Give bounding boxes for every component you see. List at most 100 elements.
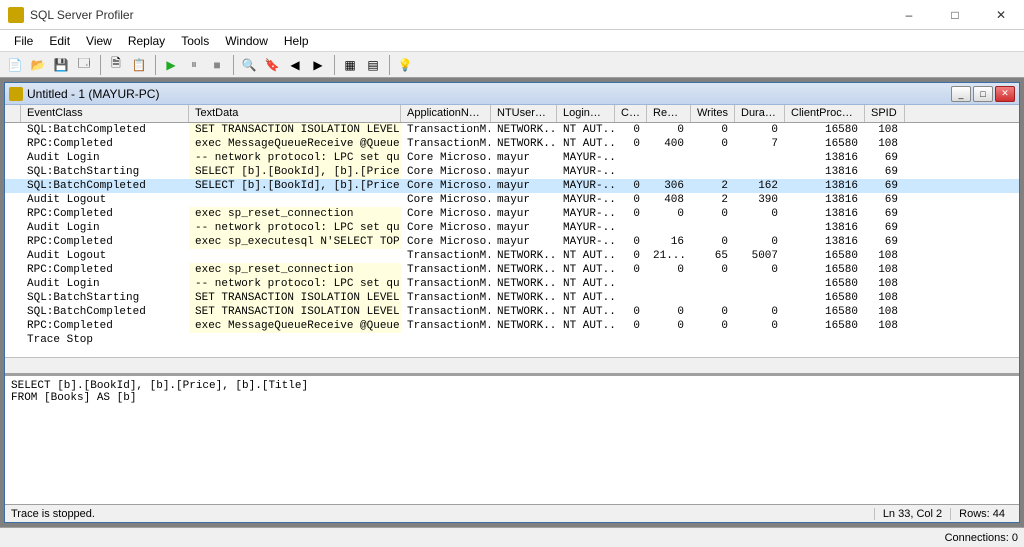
column-header-event[interactable]: EventClass xyxy=(21,105,189,122)
cell-event: Audit Logout xyxy=(21,193,189,207)
table-row[interactable]: SQL:BatchCompletedSET TRANSACTION ISOLAT… xyxy=(5,305,1019,319)
grid2-button[interactable]: ▤ xyxy=(362,54,384,76)
cell-login: NT AUT... xyxy=(557,277,615,291)
cell-cpid: 16580 xyxy=(785,277,865,291)
pause-button[interactable]: ⏸ xyxy=(183,54,205,76)
cell-app: TransactionM... xyxy=(401,277,491,291)
cell-login xyxy=(557,333,615,347)
cell-text xyxy=(189,249,401,263)
cell-writes: 2 xyxy=(691,179,735,193)
close-button[interactable]: ✕ xyxy=(978,0,1024,30)
row-count: Rows: 44 xyxy=(950,508,1013,520)
cell-writes xyxy=(691,151,735,165)
column-header-login[interactable]: LoginName xyxy=(557,105,615,122)
cell-cpid: 16580 xyxy=(785,137,865,151)
table-row[interactable]: SQL:BatchStartingSELECT [b].[BookId], [b… xyxy=(5,165,1019,179)
cell-text xyxy=(189,193,401,207)
row-selector xyxy=(5,305,21,319)
minimize-button[interactable]: – xyxy=(886,0,932,30)
column-header-reads[interactable]: Reads xyxy=(647,105,691,122)
cell-app: Core Microso... xyxy=(401,151,491,165)
cell-dur: 0 xyxy=(735,263,785,277)
column-header-cpid[interactable]: ClientProcessID xyxy=(785,105,865,122)
cell-cpid xyxy=(785,333,865,347)
cell-reads: 0 xyxy=(647,207,691,221)
column-header-cpu[interactable]: CPU xyxy=(615,105,647,122)
column-header-writes[interactable]: Writes xyxy=(691,105,735,122)
cell-nt: NETWORK... xyxy=(491,305,557,319)
cell-reads xyxy=(647,333,691,347)
table-row[interactable]: RPC:Completedexec MessageQueueReceive @Q… xyxy=(5,319,1019,333)
row-selector xyxy=(5,235,21,249)
copy-button[interactable]: 📋 xyxy=(128,54,150,76)
child-minimize-button[interactable]: _ xyxy=(951,86,971,102)
new-trace-button[interactable]: 📄 xyxy=(4,54,26,76)
maximize-button[interactable]: □ xyxy=(932,0,978,30)
row-selector xyxy=(5,165,21,179)
cell-writes xyxy=(691,333,735,347)
menu-edit[interactable]: Edit xyxy=(41,32,78,50)
column-header-text[interactable]: TextData xyxy=(189,105,401,122)
column-header-nt[interactable]: NTUserName xyxy=(491,105,557,122)
menu-help[interactable]: Help xyxy=(276,32,317,50)
cell-cpu xyxy=(615,291,647,305)
table-row[interactable]: Audit Login-- network protocol: LPC set … xyxy=(5,277,1019,291)
run-button[interactable]: ▶ xyxy=(160,54,182,76)
menu-tools[interactable]: Tools xyxy=(173,32,217,50)
table-row[interactable]: RPC:Completedexec sp_reset_connectionCor… xyxy=(5,207,1019,221)
cell-cpid: 16580 xyxy=(785,319,865,333)
table-row[interactable]: Audit LogoutCore Microso...mayurMAYUR-..… xyxy=(5,193,1019,207)
menu-view[interactable]: View xyxy=(78,32,120,50)
properties-button[interactable]: 🗔 xyxy=(73,54,95,76)
column-header-app[interactable]: ApplicationName xyxy=(401,105,491,122)
cell-spid: 108 xyxy=(865,319,905,333)
table-row[interactable]: SQL:BatchCompletedSET TRANSACTION ISOLAT… xyxy=(5,123,1019,137)
cell-nt: mayur xyxy=(491,207,557,221)
cell-cpu: 0 xyxy=(615,193,647,207)
cell-event: SQL:BatchStarting xyxy=(21,291,189,305)
open-file-button[interactable]: 📂 xyxy=(27,54,49,76)
table-row[interactable]: SQL:BatchStartingSET TRANSACTION ISOLATI… xyxy=(5,291,1019,305)
cell-cpid: 13816 xyxy=(785,179,865,193)
cell-event: RPC:Completed xyxy=(21,137,189,151)
autoscroll-button[interactable]: 💡 xyxy=(394,54,416,76)
cell-cpid: 16580 xyxy=(785,305,865,319)
mdi-area: Untitled - 1 (MAYUR-PC) _ □ ✕ EventClass… xyxy=(0,78,1024,527)
grid-button[interactable]: ▦ xyxy=(339,54,361,76)
table-row[interactable]: Audit Login-- network protocol: LPC set … xyxy=(5,151,1019,165)
table-row[interactable]: RPC:Completedexec sp_executesql N'SELECT… xyxy=(5,235,1019,249)
table-row[interactable]: Audit Login-- network protocol: LPC set … xyxy=(5,221,1019,235)
child-close-button[interactable]: ✕ xyxy=(995,86,1015,102)
table-row[interactable]: SQL:BatchCompletedSELECT [b].[BookId], [… xyxy=(5,179,1019,193)
cell-dur xyxy=(735,333,785,347)
child-maximize-button[interactable]: □ xyxy=(973,86,993,102)
detail-pane[interactable]: SELECT [b].[BookId], [b].[Price], [b].[T… xyxy=(5,374,1019,504)
menu-replay[interactable]: Replay xyxy=(120,32,173,50)
template-button[interactable]: 🗎 xyxy=(105,54,127,76)
main-statusbar: Connections: 0 xyxy=(0,527,1024,547)
menu-window[interactable]: Window xyxy=(217,32,276,50)
find-button[interactable]: 🔍 xyxy=(238,54,260,76)
table-row[interactable]: RPC:Completedexec sp_reset_connectionTra… xyxy=(5,263,1019,277)
toolbar: 📄 📂 💾 🗔 🗎 📋 ▶ ⏸ ■ 🔍 🔖 ◀ ▶ ▦ ▤ 💡 xyxy=(0,52,1024,78)
save-button[interactable]: 💾 xyxy=(50,54,72,76)
next-button[interactable]: ▶ xyxy=(307,54,329,76)
menu-file[interactable]: File xyxy=(6,32,41,50)
table-row[interactable]: Audit LogoutTransactionM...NETWORK...NT … xyxy=(5,249,1019,263)
prev-button[interactable]: ◀ xyxy=(284,54,306,76)
cell-event: Audit Login xyxy=(21,221,189,235)
cell-login: MAYUR-... xyxy=(557,165,615,179)
table-row[interactable]: Trace Stop xyxy=(5,333,1019,347)
cell-nt: NETWORK... xyxy=(491,277,557,291)
column-header-spid[interactable]: SPID xyxy=(865,105,905,122)
bookmark-button[interactable]: 🔖 xyxy=(261,54,283,76)
stop-button[interactable]: ■ xyxy=(206,54,228,76)
grid-body[interactable]: SQL:BatchCompletedSET TRANSACTION ISOLAT… xyxy=(5,123,1019,357)
cell-reads: 21... xyxy=(647,249,691,263)
table-row[interactable]: RPC:Completedexec MessageQueueReceive @Q… xyxy=(5,137,1019,151)
cell-reads xyxy=(647,291,691,305)
cell-text: -- network protocol: LPC set quoted... xyxy=(189,277,401,291)
cell-text: exec MessageQueueReceive @QueueName=... xyxy=(189,137,401,151)
horizontal-scrollbar[interactable] xyxy=(5,357,1019,373)
column-header-dur[interactable]: Duration xyxy=(735,105,785,122)
